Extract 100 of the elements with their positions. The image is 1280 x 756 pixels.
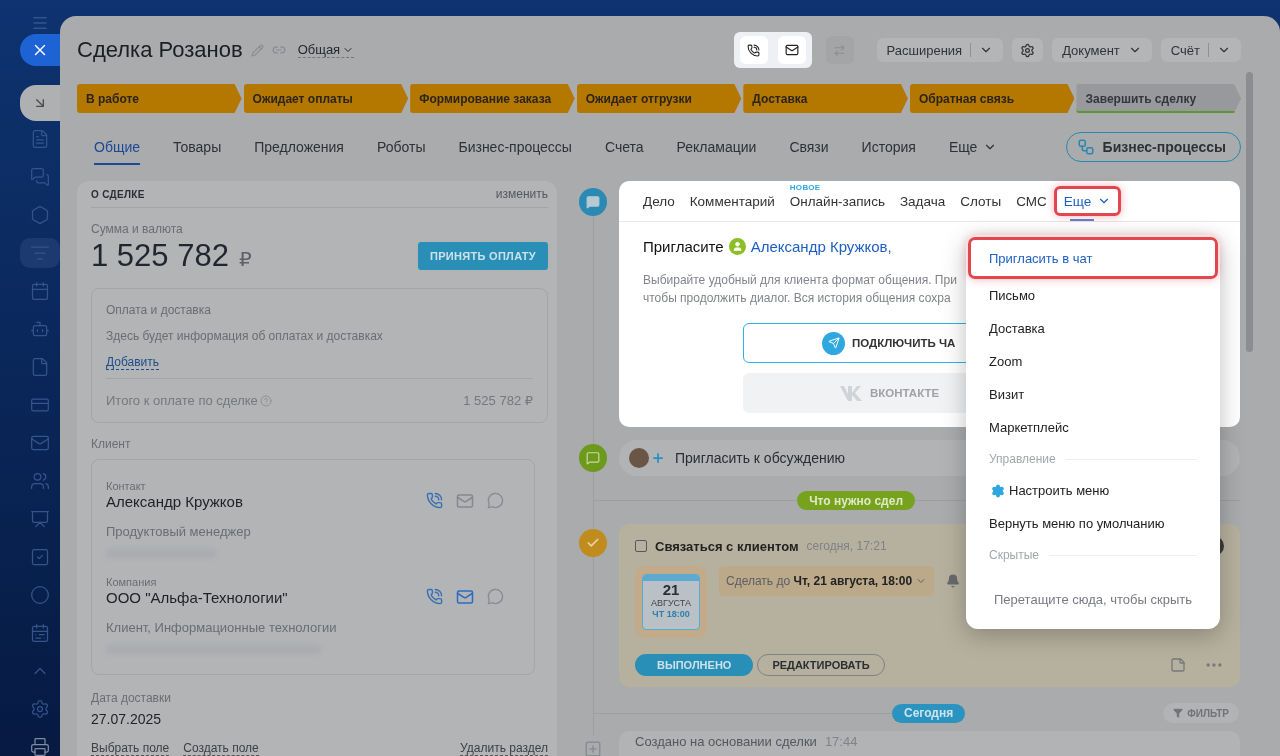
stage-step[interactable]: Формирование заказа <box>410 84 575 113</box>
tab[interactable]: Рекламации <box>676 129 757 165</box>
stage-step[interactable]: В работе <box>77 84 242 113</box>
composer-tab[interactable]: НОВОЕ Онлайн-запись <box>789 181 885 221</box>
task-title: Связаться с клиентом <box>655 538 799 554</box>
new-label: НОВОЕ <box>789 183 821 192</box>
checkbox[interactable] <box>635 540 647 552</box>
contact-link[interactable]: Александр Кружков, <box>750 238 892 255</box>
split-dropdown-button[interactable]: Счёт <box>1160 38 1241 62</box>
scrollbar[interactable] <box>1246 72 1253 352</box>
settings-icon <box>30 699 50 719</box>
email-button[interactable] <box>777 36 806 64</box>
stage-step[interactable]: Ожидает оплаты <box>243 84 409 113</box>
tab[interactable]: Роботы <box>376 129 426 165</box>
tab[interactable]: Бизнес-процессы <box>458 129 572 165</box>
bell-icon[interactable] <box>946 574 961 588</box>
field-label: Компания <box>106 576 158 588</box>
total-value: 1 525 782 ₽ <box>463 393 533 408</box>
menu-item[interactable]: Настроить меню <box>968 474 1218 507</box>
check-icon <box>579 529 607 557</box>
calendar-icon: 21 АВГУСТА ЧТ 18:00 <box>642 574 700 630</box>
call-button[interactable] <box>739 36 768 64</box>
filter-icon <box>1173 708 1184 718</box>
note-icon[interactable] <box>1170 657 1186 673</box>
settings-button[interactable] <box>1012 38 1044 62</box>
hint-text: Перетащите сюда, чтобы скрыть <box>993 592 1193 607</box>
entry-title: Создано на основании сделки <box>635 734 817 751</box>
avatar <box>629 448 649 468</box>
menu-icon[interactable] <box>31 14 49 32</box>
stage-step[interactable]: Обратная связь <box>909 84 1075 113</box>
info-text: Здесь будет информация об оплатах и доставках <box>106 329 384 343</box>
checkbox-icon <box>30 547 50 567</box>
menu-item[interactable]: Визит <box>968 378 1218 411</box>
stage-step[interactable]: Ожидает отгрузки <box>576 84 742 113</box>
pencil-icon[interactable] <box>250 43 264 57</box>
composer-tab[interactable]: Комментарий <box>689 181 775 221</box>
file-icon <box>30 357 50 377</box>
composer-tab[interactable]: СМС <box>1016 181 1047 221</box>
composer-tab[interactable]: Слоты <box>960 181 1002 221</box>
section-pill: Что нужно сдел <box>797 491 915 510</box>
client-detail: Продуктовый менеджер <box>106 524 252 539</box>
dropdown-button[interactable]: Документ <box>1052 38 1152 62</box>
edit-link[interactable]: изменить <box>495 187 548 201</box>
composer-tab[interactable]: Еще <box>1053 186 1122 217</box>
field-label: Клиент <box>91 437 132 451</box>
field-value: 27.07.2025 <box>91 711 163 727</box>
tab[interactable]: Связи <box>789 129 829 165</box>
mail-icon <box>30 433 50 453</box>
mail-icon[interactable] <box>456 492 474 510</box>
menu-item[interactable]: Письмо <box>968 279 1218 312</box>
category-dropdown[interactable]: Общая <box>297 42 355 58</box>
section-label: Управление <box>989 452 1056 466</box>
link-icon[interactable] <box>271 43 286 57</box>
field-label: Контакт <box>106 480 147 492</box>
client-detail: Клиент, Информационные технологии <box>106 620 338 635</box>
tab[interactable]: Общие <box>94 129 141 165</box>
users-icon <box>30 471 50 491</box>
close-button[interactable] <box>20 34 60 66</box>
tab[interactable]: Товары <box>173 129 222 165</box>
stage-step[interactable]: Доставка <box>743 84 908 113</box>
user-icon <box>728 238 746 255</box>
mail-icon <box>784 43 799 57</box>
description-text: чтобы продолжить диалог. Вся история общения сохра <box>643 290 951 307</box>
composer-tab[interactable]: Задача <box>899 181 946 221</box>
robot-icon <box>30 319 50 339</box>
menu-item[interactable]: Zoom <box>968 345 1218 378</box>
minimize-button[interactable] <box>20 85 60 121</box>
panel-title: Оплата и доставка <box>106 303 212 317</box>
tab[interactable]: Предложения <box>254 129 344 165</box>
client-name[interactable]: ООО "Альфа-Технологии" <box>106 588 288 606</box>
help-icon[interactable] <box>259 394 272 407</box>
paper-plane-icon <box>822 331 845 355</box>
section-label: Скрытые <box>989 548 1039 562</box>
menu-item[interactable]: Пригласить в чат <box>968 237 1218 279</box>
printer-icon <box>30 737 50 756</box>
tab[interactable]: Счета <box>604 129 644 165</box>
tab[interactable]: Еще <box>948 129 998 165</box>
settings-icon <box>991 483 1005 498</box>
field-link[interactable]: Создать поле <box>183 741 259 756</box>
phone-icon <box>747 43 760 57</box>
split-dropdown-button[interactable]: Расширения <box>876 38 1004 62</box>
description-text: Выбирайте удобный для клиента формат общения. При <box>643 272 957 289</box>
delete-section-link[interactable]: Удалить раздел <box>460 741 548 756</box>
client-name[interactable]: Александр Кружков <box>106 492 243 510</box>
field-link[interactable]: Выбрать поле <box>91 741 170 756</box>
menu-item[interactable]: Вернуть меню по умолчанию <box>968 507 1218 540</box>
add-link[interactable]: Добавить <box>106 355 160 370</box>
mail-icon[interactable] <box>456 588 474 606</box>
tab[interactable]: История <box>861 129 916 165</box>
menu-item[interactable]: Доставка <box>968 312 1218 345</box>
composer-tab[interactable]: Дело <box>643 181 675 221</box>
calendar-icon <box>30 281 50 301</box>
stage-step[interactable]: Завершить сделку <box>1076 84 1242 113</box>
vk-logo-icon <box>839 385 863 401</box>
calendar-icon <box>30 623 50 643</box>
deadline-dropdown[interactable]: Сделать до Чт, 21 августа, 18:00 <box>719 566 935 596</box>
phone-icon[interactable] <box>426 492 443 510</box>
phone-icon[interactable] <box>426 588 443 606</box>
circle-icon <box>30 585 50 605</box>
field-label: Дата доставки <box>91 691 172 705</box>
